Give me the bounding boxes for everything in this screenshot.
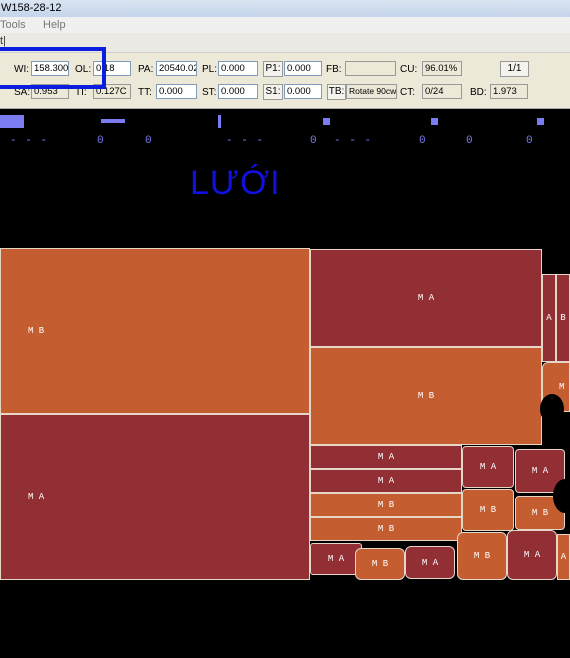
marker-piece[interactable]: M B: [0, 248, 310, 414]
window-titlebar: W158-28-12: [0, 0, 570, 18]
marker-piece[interactable]: M A: [310, 445, 462, 469]
marker-piece[interactable]: M B: [310, 493, 462, 517]
piece-label: M A: [377, 452, 395, 462]
s1-field[interactable]: 0.000: [284, 84, 322, 99]
cu-field: 96.01%: [422, 61, 462, 76]
piece-label: M B: [417, 391, 435, 401]
marker-piece[interactable]: M A: [462, 446, 514, 488]
pl-field[interactable]: 0.000: [218, 61, 258, 76]
ol-field[interactable]: 0.18: [93, 61, 131, 76]
pl-label: PL:: [202, 64, 218, 75]
s1-button[interactable]: S1:: [263, 84, 283, 100]
marker-piece[interactable]: M A: [405, 546, 455, 579]
piece-label: M B: [28, 326, 45, 336]
marker-piece[interactable]: M B: [310, 517, 462, 541]
gap-shape: [553, 479, 570, 513]
toolbar: t|: [0, 33, 570, 53]
piece-label: A: [560, 552, 567, 562]
ruler-digit: 0: [466, 135, 473, 147]
marker-piece[interactable]: M A: [507, 530, 557, 580]
marker-piece[interactable]: M A: [310, 469, 462, 493]
parameter-panel: WI: 158.300 OL: 0.18 PA: 20540.02 PL: 0.…: [0, 47, 570, 109]
piece-label: M A: [531, 466, 549, 476]
p1-field[interactable]: 0.000: [284, 61, 322, 76]
piece-label: M A: [479, 462, 497, 472]
ruler-digit: 0: [419, 135, 426, 147]
menu-bar: Tools Help: [0, 17, 570, 33]
st-field[interactable]: 0.000: [218, 84, 258, 99]
piece-label: M B: [371, 559, 389, 569]
bd-field: 1.973: [490, 84, 528, 99]
piece-label: M B: [531, 508, 549, 518]
marker-piece[interactable]: M B: [462, 489, 514, 531]
marker-piece[interactable]: M B: [310, 347, 542, 445]
piece-label: M A: [28, 492, 45, 502]
fb-field[interactable]: [345, 61, 396, 76]
toolbar-text: t|: [0, 35, 6, 47]
ruler-digit: 0: [145, 135, 152, 147]
overlay-label: LƯỚI: [190, 164, 281, 202]
piece-label: M B: [473, 551, 491, 561]
sa-field: 0.953: [31, 84, 69, 99]
cu-label: CU:: [400, 64, 418, 75]
wi-label: WI:: [14, 64, 29, 75]
ruler-dash: - - -: [226, 135, 265, 147]
ruler-marker: [218, 115, 221, 128]
ruler-marker: [0, 115, 24, 128]
ct-label: CT:: [400, 87, 415, 98]
marker-piece[interactable]: A: [542, 274, 556, 362]
piece-label: M: [559, 382, 565, 392]
gap-shape: [540, 394, 564, 424]
marker-piece[interactable]: M B: [457, 532, 507, 580]
piece-label: B: [560, 313, 566, 323]
marker-piece[interactable]: A: [557, 534, 570, 580]
piece-label: A: [546, 313, 552, 323]
st-label: ST:: [202, 87, 217, 98]
pa-label: PA:: [138, 64, 154, 75]
pa-field[interactable]: 20540.02: [156, 61, 197, 76]
piece-label: M A: [377, 476, 395, 486]
ruler-marker: [323, 118, 330, 125]
marker-piece[interactable]: M A: [310, 249, 542, 347]
wi-field[interactable]: 158.300: [31, 61, 69, 76]
ruler-dash: - - -: [334, 135, 373, 147]
piece-label: M B: [479, 505, 497, 515]
ruler-digit: 0: [526, 135, 533, 147]
ruler-marker: [537, 118, 544, 125]
tb-button[interactable]: TB:: [327, 84, 346, 100]
bd-label: BD:: [470, 87, 487, 98]
ruler-marker: [101, 119, 125, 123]
piece-label: M B: [377, 524, 395, 534]
menu-tools[interactable]: Tools: [0, 19, 26, 31]
ruler-digit: 0: [310, 135, 317, 147]
marker-piece[interactable]: M B: [355, 548, 405, 580]
menu-help[interactable]: Help: [43, 19, 66, 31]
marker-canvas[interactable]: - - - 0 0 - - - 0 - - - 0 0 0 LƯỚI M B M…: [0, 109, 570, 658]
ruler-digit: 0: [97, 135, 104, 147]
tt-field[interactable]: 0.000: [156, 84, 197, 99]
ruler-marker: [431, 118, 438, 125]
piece-label: M A: [327, 554, 345, 564]
ol-label: OL:: [75, 64, 92, 75]
piece-label: M A: [523, 550, 541, 560]
p1-button[interactable]: P1:: [263, 61, 283, 77]
piece-label: M A: [421, 557, 439, 568]
ct-field: 0/24: [422, 84, 462, 99]
piece-label: M A: [417, 293, 435, 303]
fb-label: FB:: [326, 64, 342, 75]
tb-field[interactable]: Rotate 90cw: [346, 84, 397, 99]
tt-label: TT:: [138, 87, 152, 98]
page-button[interactable]: 1/1: [500, 61, 529, 77]
marker-piece[interactable]: B: [556, 274, 570, 362]
window-title: W158-28-12: [1, 2, 62, 14]
sa-label: SA:: [14, 87, 31, 98]
ruler-dash: - - -: [10, 135, 49, 147]
ti-field: 0.127C: [93, 84, 131, 99]
marker-piece[interactable]: M A: [0, 414, 310, 580]
piece-label: M B: [377, 500, 395, 510]
ti-label: TI:: [75, 87, 87, 98]
